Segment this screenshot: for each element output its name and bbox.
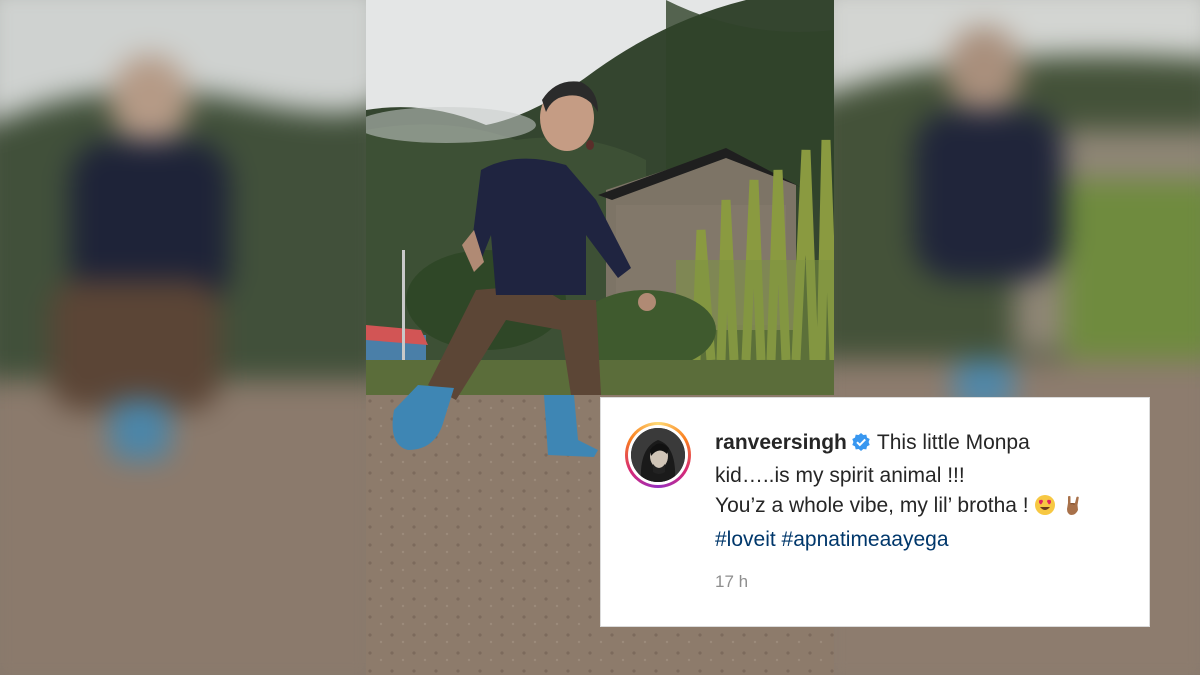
story-ring[interactable] [625,422,691,488]
caption-line-1: This little Monpa [876,431,1030,454]
username-link[interactable]: ranveersingh [715,431,847,454]
post-timestamp[interactable]: 17 h [715,572,748,592]
avatar [631,428,685,482]
rock-on-hand-emoji-icon [1062,494,1084,525]
caption-text: ranveersingh This little Monpa kid…..is m… [715,428,1135,555]
instagram-caption-card: ranveersingh This little Monpa kid…..is m… [600,397,1150,627]
hashtag-loveit-link[interactable]: #loveit [715,528,776,551]
caption-line-3: You’z a whole vibe, my lil’ brotha ! [715,494,1029,517]
hashtag-apnatimeaayega-link[interactable]: #apnatimeaayega [782,528,949,551]
blurred-background-left [0,0,366,675]
caption-line-2: kid…..is my spirit animal !!! [715,464,965,487]
heart-eyes-emoji-icon [1034,494,1056,525]
verified-badge-icon [851,431,871,461]
